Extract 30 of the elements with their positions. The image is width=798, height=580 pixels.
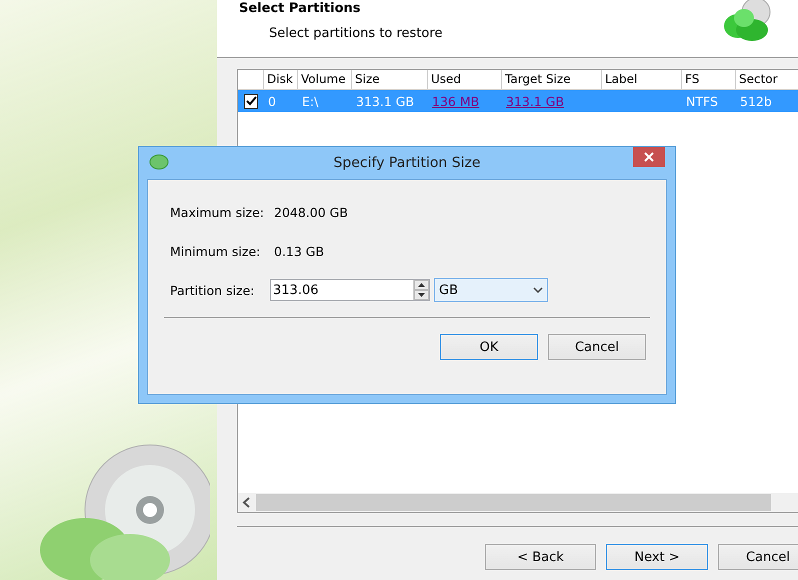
table-cell-text: NTFS — [685, 92, 719, 110]
table-cell-text: E:\ — [301, 92, 320, 110]
dialog-button[interactable]: OK — [440, 334, 538, 360]
table-cell-text: 512b — [739, 92, 773, 110]
wizard-button[interactable]: < Back — [485, 544, 596, 570]
field-value: 0.13 GB — [274, 244, 324, 258]
field-label: Maximum size: — [170, 204, 266, 220]
page-subtitle: Select partitions to restore — [269, 26, 444, 41]
size-spinbox[interactable]: 313.06 — [270, 279, 430, 301]
down-arrow-icon — [418, 293, 425, 297]
horizontal-scrollbar[interactable] — [238, 493, 798, 512]
cloud-icon — [149, 154, 169, 170]
size-field[interactable]: 313.06 — [271, 280, 413, 300]
up-arrow-icon — [418, 283, 425, 287]
table-cell-text: 0 — [267, 92, 277, 110]
page-title: Select Partitions — [239, 1, 362, 16]
field-label: Minimum size: — [170, 244, 262, 258]
dialog-button[interactable]: Cancel — [548, 334, 646, 360]
close-icon — [644, 152, 654, 162]
close-button[interactable] — [633, 147, 665, 167]
chevron-down-icon — [533, 287, 543, 293]
row-checkbox[interactable] — [244, 94, 258, 108]
checkmark-icon — [246, 96, 256, 106]
wizard-button[interactable]: Next > — [606, 544, 708, 570]
wizard-button[interactable]: Cancel — [718, 544, 798, 570]
field-label: Partition size: — [170, 282, 256, 298]
field-value: 2048.00 GB — [274, 204, 348, 220]
unit-dropdown[interactable]: GB — [434, 278, 548, 302]
table-cell-text: 313.1 GB — [355, 92, 416, 110]
dialog-title: Specify Partition Size — [334, 155, 480, 171]
